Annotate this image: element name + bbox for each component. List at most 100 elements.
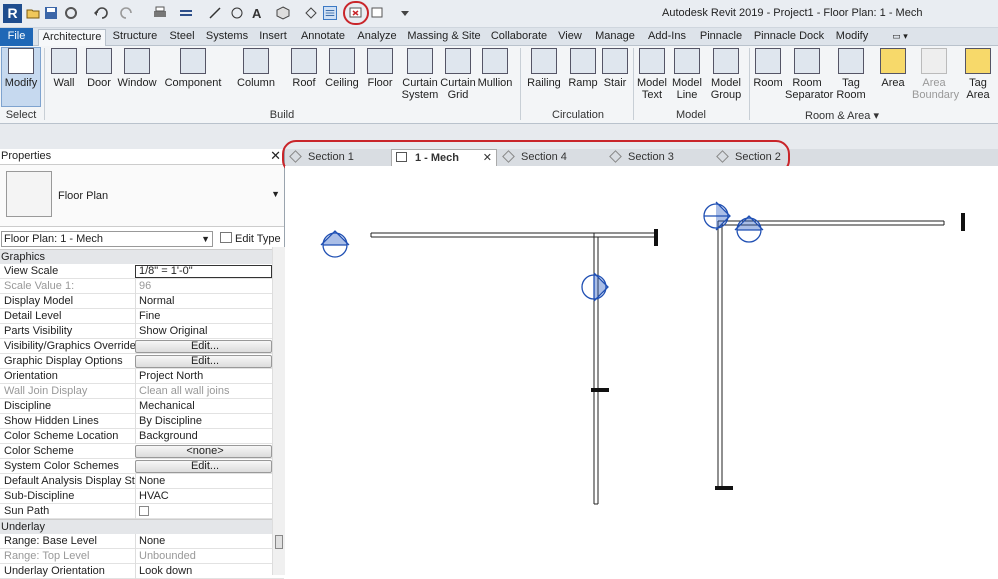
property-value[interactable]: Normal: [135, 294, 272, 309]
measure-icon[interactable]: [179, 6, 193, 20]
tab-structure[interactable]: Structure: [110, 29, 160, 46]
property-value[interactable]: Edit...: [135, 340, 272, 353]
room-separator-button[interactable]: Room Separator: [784, 48, 833, 101]
column-button[interactable]: Column: [234, 48, 278, 89]
property-value[interactable]: By Discipline: [135, 414, 272, 429]
stair-button[interactable]: Stair: [600, 48, 630, 89]
property-value[interactable]: Fine: [135, 309, 272, 324]
property-row-wall-join-display[interactable]: Wall Join Display Clean all wall joins: [0, 384, 284, 399]
ceiling-button[interactable]: Ceiling: [322, 48, 362, 89]
property-row-discipline[interactable]: Discipline Mechanical: [0, 399, 284, 414]
sun-path-checkbox[interactable]: [139, 506, 149, 516]
ribbon-minimize-icon[interactable]: ▭ ▾: [888, 29, 912, 46]
tag-icon[interactable]: [230, 6, 244, 20]
scrollbar-thumb[interactable]: [275, 535, 283, 549]
section-marker-icon[interactable]: [734, 215, 764, 243]
edit-type-button[interactable]: Edit Type: [220, 232, 281, 245]
property-row-orientation[interactable]: Orientation Project North: [0, 369, 284, 384]
tab-modify[interactable]: Modify: [831, 29, 873, 46]
property-value[interactable]: Project North: [135, 369, 272, 384]
property-value[interactable]: Mechanical: [135, 399, 272, 414]
tab-manage[interactable]: Manage: [592, 29, 638, 46]
property-value[interactable]: Unbounded: [135, 549, 272, 564]
revit-logo[interactable]: R: [3, 4, 22, 23]
tab-massing-site[interactable]: Massing & Site: [405, 29, 483, 46]
property-value[interactable]: Clean all wall joins: [135, 384, 272, 399]
floor-button[interactable]: Floor: [364, 48, 396, 89]
property-row-visibility-graphics-overrides[interactable]: Visibility/Graphics Overrides Edit...: [0, 339, 284, 354]
roof-button[interactable]: Roof: [288, 48, 320, 89]
customize-icon[interactable]: [398, 6, 412, 20]
section-marker-icon[interactable]: [581, 272, 609, 302]
properties-scrollbar[interactable]: [272, 247, 285, 575]
tab-pinnacle[interactable]: Pinnacle: [696, 29, 746, 46]
tab-add-ins[interactable]: Add-Ins: [644, 29, 690, 46]
property-row-view-scale[interactable]: View Scale 1/8" = 1'-0": [0, 264, 284, 279]
align-dimension-icon[interactable]: [208, 6, 222, 20]
undo-icon[interactable]: [94, 6, 108, 20]
tab-steel[interactable]: Steel: [166, 29, 198, 46]
thin-lines-icon[interactable]: [323, 6, 337, 20]
tab-insert[interactable]: Insert: [256, 29, 290, 46]
panel-room-area-label[interactable]: Room & Area ▾: [752, 109, 932, 122]
category-graphics[interactable]: Graphics⌃: [0, 249, 284, 264]
window-button[interactable]: Window: [116, 48, 158, 89]
property-row-range-base-level[interactable]: Range: Base Level None: [0, 534, 284, 549]
category-underlay[interactable]: Underlay⌃: [0, 519, 284, 534]
railing-button[interactable]: Railing: [524, 48, 564, 89]
property-row-system-color-schemes[interactable]: System Color Schemes Edit...: [0, 459, 284, 474]
wall-button[interactable]: Wall: [46, 48, 82, 89]
tab-annotate[interactable]: Annotate: [296, 29, 350, 46]
tab-architecture[interactable]: Architecture: [38, 29, 106, 47]
print-icon[interactable]: [153, 6, 167, 20]
chevron-down-icon[interactable]: ▼: [271, 189, 280, 199]
property-value[interactable]: 1/8" = 1'-0": [135, 265, 272, 278]
model-text-button[interactable]: Model Text: [635, 48, 669, 101]
property-value[interactable]: Show Original: [135, 324, 272, 339]
property-row-display-model[interactable]: Display Model Normal: [0, 294, 284, 309]
tab-systems[interactable]: Systems: [204, 29, 250, 46]
curtain-system-button[interactable]: Curtain System: [400, 48, 440, 101]
model-group-button[interactable]: Model Group: [705, 48, 747, 101]
property-value[interactable]: <none>: [135, 445, 272, 458]
door-button[interactable]: Door: [83, 48, 115, 89]
curtain-grid-button[interactable]: Curtain Grid: [440, 48, 476, 101]
property-value[interactable]: [135, 504, 272, 519]
room-button[interactable]: Room: [752, 48, 784, 89]
text-icon[interactable]: A: [250, 6, 264, 20]
tag-area-button[interactable]: Tag Area: [962, 48, 994, 101]
drawing-canvas[interactable]: [285, 166, 998, 575]
property-value[interactable]: None: [135, 534, 272, 549]
property-row-color-scheme[interactable]: Color Scheme <none>: [0, 444, 284, 459]
property-row-range-top-level[interactable]: Range: Top Level Unbounded: [0, 549, 284, 564]
area-boundary-button[interactable]: Area Boundary: [912, 48, 959, 101]
modify-button[interactable]: Modify: [2, 48, 40, 89]
instance-selector[interactable]: Floor Plan: 1 - Mech ▼: [1, 231, 213, 247]
sync-icon[interactable]: [64, 6, 78, 20]
tab-analyze[interactable]: Analyze: [355, 29, 399, 46]
redo-icon[interactable]: [120, 6, 134, 20]
property-row-show-hidden-lines[interactable]: Show Hidden Lines By Discipline: [0, 414, 284, 429]
property-value[interactable]: None: [135, 474, 272, 489]
property-row-parts-visibility[interactable]: Parts Visibility Show Original: [0, 324, 284, 339]
property-value[interactable]: HVAC: [135, 489, 272, 504]
tab-pinnacle-dock[interactable]: Pinnacle Dock: [752, 29, 826, 46]
property-row-sub-discipline[interactable]: Sub-Discipline HVAC: [0, 489, 284, 504]
open-icon[interactable]: [26, 6, 40, 20]
type-selector[interactable]: Floor Plan ▼: [0, 164, 284, 227]
section-marker-icon[interactable]: [320, 230, 350, 258]
tab-file[interactable]: File: [0, 28, 33, 46]
property-value[interactable]: Look down: [135, 564, 272, 579]
area-button[interactable]: Area: [876, 48, 910, 89]
property-row-default-analysis-display-style[interactable]: Default Analysis Display Style None: [0, 474, 284, 489]
section-icon[interactable]: [304, 6, 318, 20]
property-row-color-scheme-location[interactable]: Color Scheme Location Background: [0, 429, 284, 444]
property-row-underlay-orientation[interactable]: Underlay Orientation Look down: [0, 564, 284, 579]
property-row-scale-value-1[interactable]: Scale Value 1: 96: [0, 279, 284, 294]
switch-windows-icon[interactable]: [371, 6, 385, 20]
property-value[interactable]: Background: [135, 429, 272, 444]
ramp-button[interactable]: Ramp: [566, 48, 600, 89]
property-row-detail-level[interactable]: Detail Level Fine: [0, 309, 284, 324]
save-icon[interactable]: [44, 6, 58, 20]
3d-view-icon[interactable]: [276, 6, 290, 20]
